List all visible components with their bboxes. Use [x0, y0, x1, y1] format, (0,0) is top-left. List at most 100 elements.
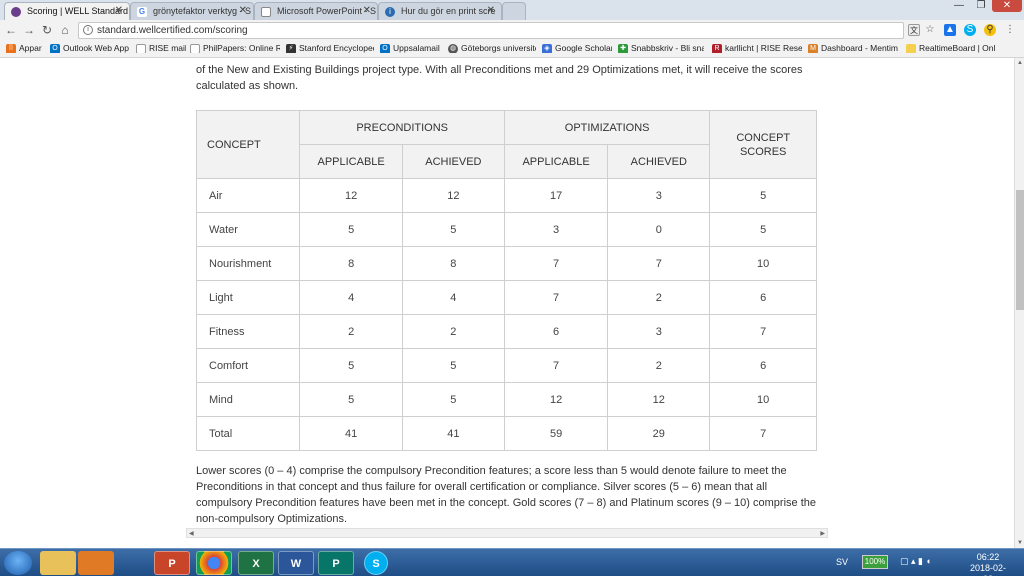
star-icon[interactable]: ☆	[924, 24, 936, 36]
tab-title: Microsoft PowerPoint - S	[277, 6, 377, 16]
battery-indicator[interactable]: 100%	[862, 555, 888, 569]
cell-concept: Air	[195, 178, 301, 213]
cell-pre-achieved: 2	[401, 314, 505, 349]
cell-opt-achieved: 3	[607, 178, 711, 213]
cell-concept: Comfort	[195, 348, 301, 383]
chrome-icon[interactable]	[196, 551, 232, 575]
bookmark-goteborgs[interactable]: ◍ Göteborgs universite	[448, 43, 536, 53]
cell-opt-applicable: 59	[503, 416, 609, 451]
windows-start-icon[interactable]	[4, 551, 32, 575]
cell-pre-applicable: 12	[299, 178, 403, 213]
scroll-down-icon[interactable]: ▼	[1017, 540, 1023, 546]
cell-pre-applicable: 4	[299, 280, 403, 315]
cell-pre-applicable: 5	[299, 382, 403, 417]
cell-pre-applicable: 41	[299, 416, 403, 451]
menu-icon[interactable]: ⋮	[1004, 24, 1016, 36]
bookmark-uppsalamail[interactable]: O Uppsalamail	[380, 43, 442, 53]
close-icon[interactable]: ✕	[363, 5, 371, 16]
reload-icon[interactable]: ↻	[40, 23, 54, 37]
bookmark-philpapers[interactable]: PhilPapers: Online Re	[190, 43, 280, 53]
cell-opt-applicable: 7	[503, 246, 609, 281]
scrollbar-thumb[interactable]	[1016, 190, 1024, 310]
minimize-icon[interactable]: —	[948, 0, 970, 12]
browser-toolbar: ← → ↻ ⌂ i standard.wellcertified.com/sco…	[0, 20, 1024, 41]
table-row-total: Total 41 41 59 29 7	[195, 416, 817, 451]
scroll-up-icon[interactable]: ▲	[1017, 60, 1023, 66]
tab-print-screen[interactable]: i Hur du gör en print scre ✕	[378, 2, 502, 20]
horizontal-scrollbar[interactable]: ◀ ▶	[186, 528, 828, 538]
mentimeter-icon: M	[808, 44, 818, 53]
address-bar[interactable]: i standard.wellcertified.com/scoring	[78, 22, 904, 39]
apps-grid-icon: ⠿	[6, 44, 16, 53]
scroll-right-icon[interactable]: ▶	[820, 530, 825, 537]
bookmark-apps[interactable]: ⠿ Appar	[6, 43, 46, 53]
tab-title: Scoring | WELL Standard	[27, 6, 129, 16]
bookmark-stanford[interactable]: ⚡ Stanford Encycloped	[286, 43, 374, 53]
scroll-left-icon[interactable]: ◀	[189, 530, 194, 537]
extension-skype-icon[interactable]: S	[964, 24, 976, 36]
bookmark-realtimeboard[interactable]: RealtimeBoard | Onl	[906, 43, 1018, 53]
maximize-icon[interactable]: ❐	[970, 0, 992, 12]
cell-pre-applicable: 8	[299, 246, 403, 281]
cell-opt-applicable: 7	[503, 280, 609, 315]
tab-gronytefaktor[interactable]: G grönytefaktor verktyg - S ✕	[130, 2, 254, 20]
tab-powerpoint[interactable]: Microsoft PowerPoint - S ✕	[254, 2, 378, 20]
publisher-icon[interactable]: P	[318, 551, 354, 575]
bookmark-snabbskriv[interactable]: ✚ Snabbskriv - Bli snab	[618, 43, 704, 53]
bookmark-mentimeter[interactable]: M Dashboard - Mentim	[808, 43, 898, 53]
new-tab-button[interactable]	[502, 2, 526, 20]
window-close-icon[interactable]: ✕	[992, 0, 1022, 12]
close-icon[interactable]: ✕	[487, 5, 495, 16]
outlook-icon: O	[380, 44, 390, 53]
url-text: standard.wellcertified.com/scoring	[97, 25, 248, 36]
intro-paragraph: of the New and Existing Buildings projec…	[196, 64, 803, 92]
cell-concept: Fitness	[195, 314, 301, 349]
file-explorer-icon[interactable]	[40, 551, 76, 575]
powerpoint-icon[interactable]: P	[154, 551, 190, 575]
cell-opt-applicable: 7	[503, 348, 609, 383]
circle-i-icon: i	[385, 7, 395, 17]
close-icon[interactable]: ✕	[239, 5, 247, 16]
bookmark-karllicht[interactable]: R karllicht | RISE Resea	[712, 43, 802, 53]
cell-concept: Nourishment	[195, 246, 301, 281]
tray-icons[interactable]: ▢ ▴ ▮ ◖	[900, 556, 931, 567]
bookmark-rise-mail[interactable]: RISE mail	[136, 43, 186, 53]
page-content: of the New and Existing Buildings projec…	[0, 58, 1014, 548]
extension-search-icon[interactable]: ⚲	[984, 24, 996, 36]
cell-concept: Light	[195, 280, 301, 315]
cell-pre-achieved: 4	[401, 280, 505, 315]
system-clock[interactable]: 06:22 2018-02-02	[966, 552, 1010, 576]
translate-icon[interactable]: 文	[908, 24, 920, 36]
tab-scoring-well[interactable]: Scoring | WELL Standard ✕	[4, 2, 130, 20]
forward-arrow-icon[interactable]: →	[22, 23, 36, 37]
bookmark-google-scholar[interactable]: ◈ Google Scholar	[542, 43, 612, 53]
table-row: Nourishment 8 8 7 7 10	[195, 246, 817, 281]
cell-pre-applicable: 5	[299, 348, 403, 383]
header-opt-applicable: APPLICABLE	[503, 144, 609, 179]
cell-score: 10	[709, 246, 817, 281]
close-icon[interactable]: ✕	[115, 5, 123, 16]
cell-score: 7	[709, 416, 817, 451]
home-icon[interactable]: ⌂	[58, 23, 72, 37]
globe-icon: ◍	[448, 44, 458, 53]
clock-time: 06:22	[976, 552, 1000, 562]
document-icon	[261, 7, 271, 17]
cell-pre-achieved: 8	[401, 246, 505, 281]
media-player-icon[interactable]	[78, 551, 114, 575]
header-pre-applicable: APPLICABLE	[299, 144, 403, 179]
skype-icon[interactable]: S	[364, 551, 388, 575]
language-indicator[interactable]: SV	[836, 557, 848, 567]
info-icon[interactable]: i	[83, 25, 93, 35]
cell-opt-applicable: 17	[503, 178, 609, 213]
vertical-scrollbar[interactable]: ▲ ▼	[1014, 58, 1024, 548]
table-row: Comfort 5 5 7 2 6	[195, 348, 817, 383]
bookmark-outlook[interactable]: O Outlook Web App	[50, 43, 132, 53]
tab-title: grönytefaktor verktyg - S	[153, 6, 252, 16]
word-icon[interactable]: W	[278, 551, 314, 575]
back-arrow-icon[interactable]: ←	[4, 23, 18, 37]
cell-opt-achieved: 2	[607, 348, 711, 383]
excel-icon[interactable]: X	[238, 551, 274, 575]
cell-pre-achieved: 5	[401, 348, 505, 383]
google-icon: G	[137, 7, 147, 17]
extension-graduation-icon[interactable]: ▲	[944, 24, 956, 36]
